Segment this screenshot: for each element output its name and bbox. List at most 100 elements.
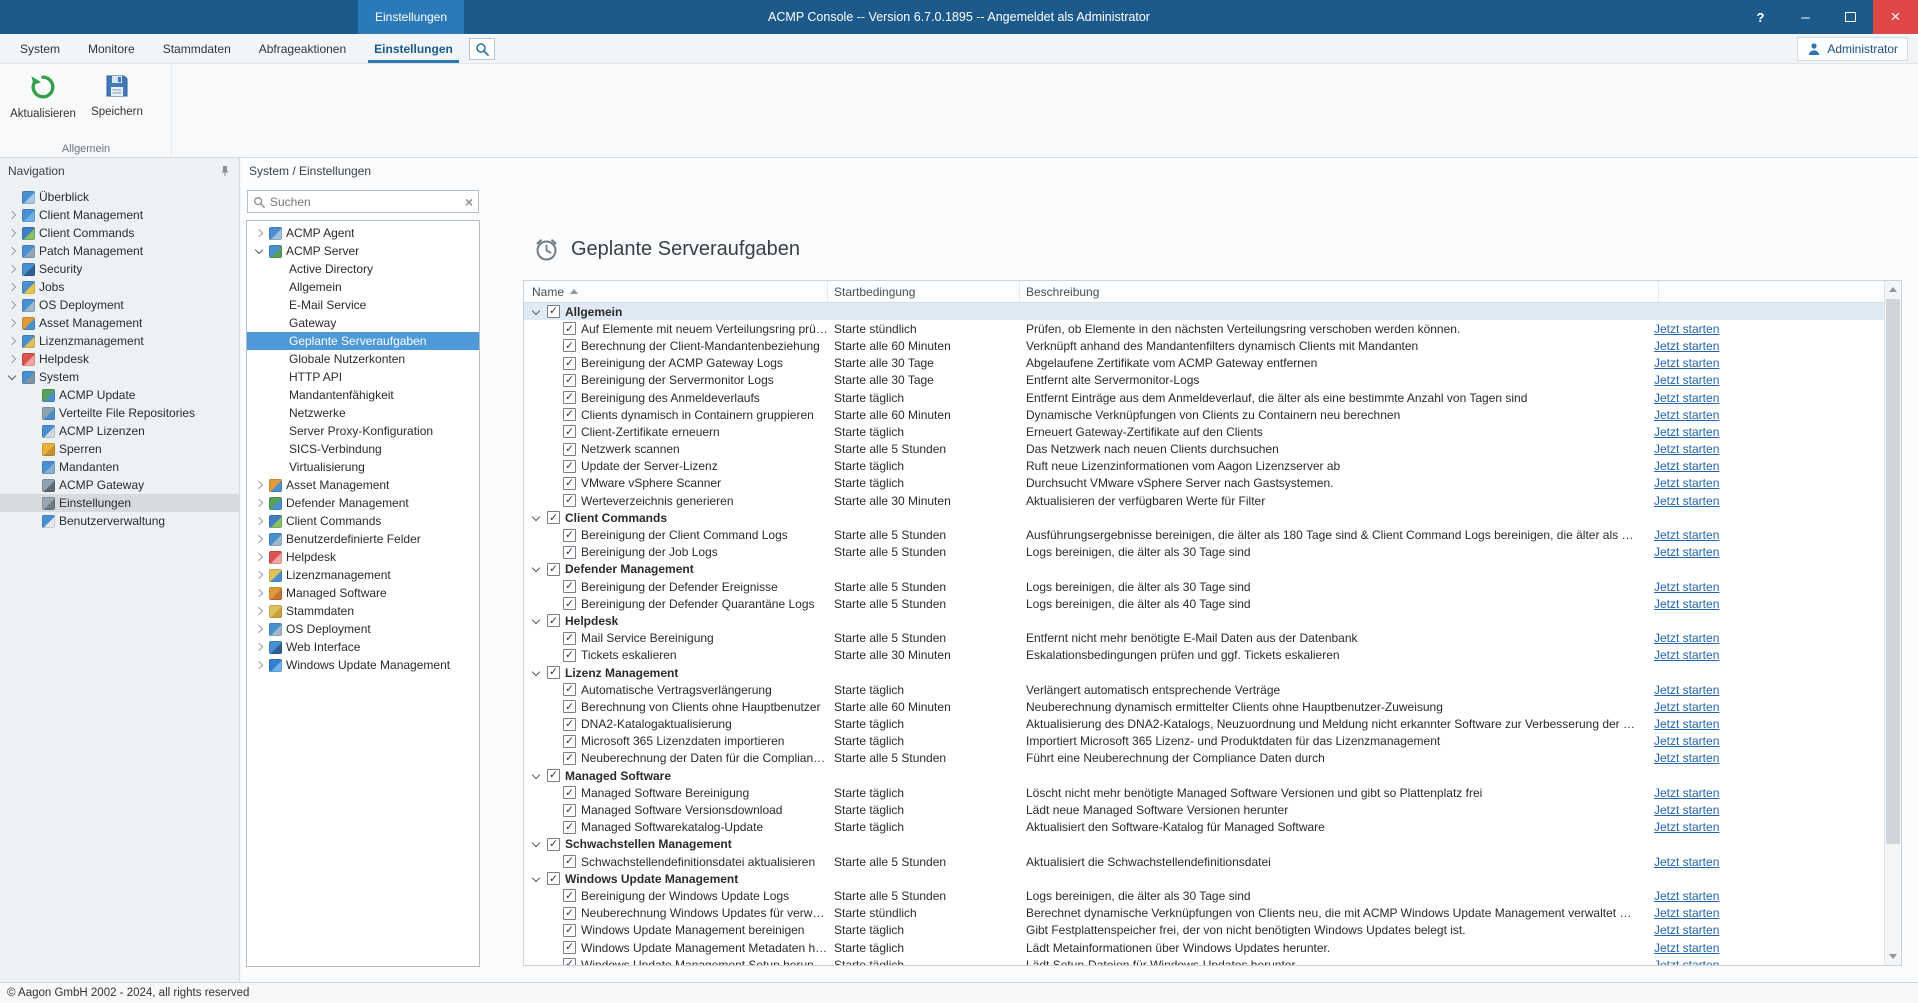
task-checkbox[interactable]: ✓ [563, 649, 576, 662]
jetzt-starten-link[interactable]: Jetzt starten [1654, 322, 1719, 336]
task-row-windows-update-management-bereinigen[interactable]: ✓Windows Update Management bereinigenSta… [524, 922, 1884, 939]
group-row-allgemein[interactable]: ✓Allgemein [524, 303, 1884, 320]
sidebar-item-sperren[interactable]: Sperren [0, 440, 239, 458]
sidebar-item-lizenzmanagement[interactable]: Lizenzmanagement [0, 332, 239, 350]
jetzt-starten-link[interactable]: Jetzt starten [1654, 494, 1719, 508]
sidebar-item-berblick[interactable]: Überblick [0, 188, 239, 206]
sidebar-item-acmp-gateway[interactable]: ACMP Gateway [0, 476, 239, 494]
chevron-right-icon[interactable] [253, 623, 265, 635]
task-checkbox[interactable]: ✓ [563, 357, 576, 370]
sidebar-item-system[interactable]: System [0, 368, 239, 386]
chevron-right-icon[interactable] [253, 533, 265, 545]
settings-item-acmp-server[interactable]: ACMP Server [247, 242, 479, 260]
task-checkbox[interactable]: ✓ [563, 597, 576, 610]
vertical-scrollbar[interactable] [1884, 281, 1901, 965]
chevron-right-icon[interactable] [253, 479, 265, 491]
group-checkbox[interactable]: ✓ [547, 305, 560, 318]
menu-tab-system[interactable]: System [6, 34, 74, 63]
task-checkbox[interactable]: ✓ [563, 735, 576, 748]
settings-item-helpdesk[interactable]: Helpdesk [247, 548, 479, 566]
maximize-button[interactable] [1828, 0, 1873, 34]
task-row-bereinigung-der-windows-update-logs[interactable]: ✓Bereinigung der Windows Update LogsStar… [524, 887, 1884, 904]
chevron-down-icon[interactable] [530, 512, 542, 524]
task-checkbox[interactable]: ✓ [563, 443, 576, 456]
settings-item-stammdaten[interactable]: Stammdaten [247, 602, 479, 620]
clear-search-icon[interactable]: × [465, 195, 473, 209]
task-checkbox[interactable]: ✓ [563, 408, 576, 421]
task-checkbox[interactable]: ✓ [563, 700, 576, 713]
task-row-windows-update-management-metadaten-her[interactable]: ✓Windows Update Management Metadaten her… [524, 939, 1884, 956]
jetzt-starten-link[interactable]: Jetzt starten [1654, 700, 1719, 714]
chevron-right-icon[interactable] [253, 641, 265, 653]
task-checkbox[interactable]: ✓ [563, 683, 576, 696]
task-checkbox[interactable]: ✓ [563, 855, 576, 868]
chevron-down-icon[interactable] [530, 667, 542, 679]
sidebar-item-einstellungen[interactable]: Einstellungen [0, 494, 239, 512]
settings-item-http-api[interactable]: HTTP API [247, 368, 479, 386]
task-checkbox[interactable]: ✓ [563, 958, 576, 965]
task-checkbox[interactable]: ✓ [563, 907, 576, 920]
scroll-down-arrow-icon[interactable] [1885, 948, 1901, 965]
chevron-right-icon[interactable] [6, 263, 18, 275]
chevron-right-icon[interactable] [253, 587, 265, 599]
sidebar-item-mandanten[interactable]: Mandanten [0, 458, 239, 476]
chevron-down-icon[interactable] [530, 563, 542, 575]
task-checkbox[interactable]: ✓ [563, 460, 576, 473]
task-row-werteverzeichnis-generieren[interactable]: ✓Werteverzeichnis generierenStarte alle … [524, 492, 1884, 509]
sidebar-item-verteilte-file-repositories[interactable]: Verteilte File Repositories [0, 404, 239, 422]
task-checkbox[interactable]: ✓ [563, 924, 576, 937]
task-checkbox[interactable]: ✓ [563, 752, 576, 765]
sidebar-item-client-commands[interactable]: Client Commands [0, 224, 239, 242]
settings-item-active-directory[interactable]: Active Directory [247, 260, 479, 278]
settings-item-defender-management[interactable]: Defender Management [247, 494, 479, 512]
jetzt-starten-link[interactable]: Jetzt starten [1654, 425, 1719, 439]
jetzt-starten-link[interactable]: Jetzt starten [1654, 597, 1719, 611]
task-checkbox[interactable]: ✓ [563, 821, 576, 834]
task-row-bereinigung-der-job-logs[interactable]: ✓Bereinigung der Job LogsStarte alle 5 S… [524, 544, 1884, 561]
task-checkbox[interactable]: ✓ [563, 546, 576, 559]
task-row-schwachstellendefinitionsdatei-aktualisieren[interactable]: ✓Schwachstellendefinitionsdatei aktualis… [524, 853, 1884, 870]
minimize-button[interactable]: – [1783, 0, 1828, 34]
group-row-windows-update-management[interactable]: ✓Windows Update Management [524, 870, 1884, 887]
settings-item-web-interface[interactable]: Web Interface [247, 638, 479, 656]
task-checkbox[interactable]: ✓ [563, 632, 576, 645]
sidebar-item-security[interactable]: Security [0, 260, 239, 278]
group-checkbox[interactable]: ✓ [547, 872, 560, 885]
task-row-tickets-eskalieren[interactable]: ✓Tickets eskalierenStarte alle 30 Minute… [524, 647, 1884, 664]
jetzt-starten-link[interactable]: Jetzt starten [1654, 958, 1719, 965]
group-checkbox[interactable]: ✓ [547, 614, 560, 627]
group-row-helpdesk[interactable]: ✓Helpdesk [524, 612, 1884, 629]
jetzt-starten-link[interactable]: Jetzt starten [1654, 803, 1719, 817]
task-row-bereinigung-des-anmeldeverlaufs[interactable]: ✓Bereinigung des AnmeldeverlaufsStarte t… [524, 389, 1884, 406]
jetzt-starten-link[interactable]: Jetzt starten [1654, 545, 1719, 559]
chevron-down-icon[interactable] [253, 245, 265, 257]
task-checkbox[interactable]: ✓ [563, 718, 576, 731]
chevron-right-icon[interactable] [6, 245, 18, 257]
chevron-down-icon[interactable] [6, 371, 18, 383]
task-checkbox[interactable]: ✓ [563, 786, 576, 799]
jetzt-starten-link[interactable]: Jetzt starten [1654, 734, 1719, 748]
task-checkbox[interactable]: ✓ [563, 425, 576, 438]
sidebar-item-os-deployment[interactable]: OS Deployment [0, 296, 239, 314]
sidebar-item-client-management[interactable]: Client Management [0, 206, 239, 224]
jetzt-starten-link[interactable]: Jetzt starten [1654, 631, 1719, 645]
menu-tab-abfrageaktionen[interactable]: Abfrageaktionen [245, 34, 360, 63]
task-checkbox[interactable]: ✓ [563, 391, 576, 404]
task-checkbox[interactable]: ✓ [563, 494, 576, 507]
settings-item-benutzerdefinierte-felder[interactable]: Benutzerdefinierte Felder [247, 530, 479, 548]
task-checkbox[interactable]: ✓ [563, 374, 576, 387]
task-row-neuberechnung-der-daten-f-r-die-compliance[interactable]: ✓Neuberechnung der Daten für die Complia… [524, 750, 1884, 767]
settings-item-windows-update-management[interactable]: Windows Update Management [247, 656, 479, 674]
jetzt-starten-link[interactable]: Jetzt starten [1654, 923, 1719, 937]
task-row-bereinigung-der-servermonitor-logs[interactable]: ✓Bereinigung der Servermonitor LogsStart… [524, 372, 1884, 389]
task-row-update-der-server-lizenz[interactable]: ✓Update der Server-LizenzStarte täglichR… [524, 458, 1884, 475]
task-row-netzwerk-scannen[interactable]: ✓Netzwerk scannenStarte alle 5 StundenDa… [524, 441, 1884, 458]
settings-item-netzwerke[interactable]: Netzwerke [247, 404, 479, 422]
task-row-windows-update-management-setup-herunter[interactable]: ✓Windows Update Management Setup herunte… [524, 956, 1884, 965]
task-row-managed-software-bereinigung[interactable]: ✓Managed Software BereinigungStarte tägl… [524, 784, 1884, 801]
menu-tab-stammdaten[interactable]: Stammdaten [149, 34, 245, 63]
jetzt-starten-link[interactable]: Jetzt starten [1654, 408, 1719, 422]
chevron-right-icon[interactable] [6, 281, 18, 293]
task-row-clients-dynamisch-in-containern-gruppieren[interactable]: ✓Clients dynamisch in Containern gruppie… [524, 406, 1884, 423]
group-checkbox[interactable]: ✓ [547, 511, 560, 524]
